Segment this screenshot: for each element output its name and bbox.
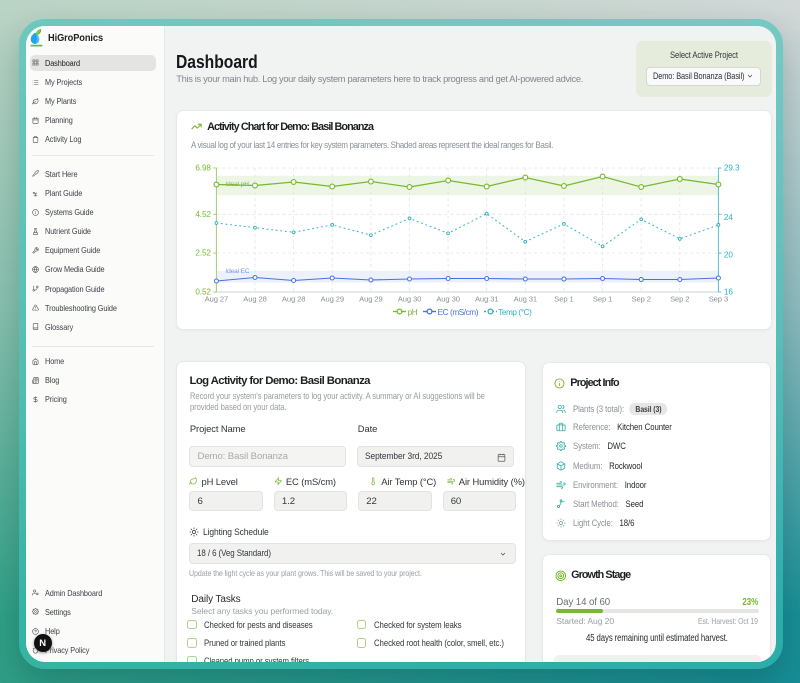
svg-text:Aug 29: Aug 29 — [359, 295, 382, 304]
svg-text:6.98: 6.98 — [195, 164, 211, 173]
svg-text:Aug 29: Aug 29 — [320, 295, 343, 304]
svg-text:24: 24 — [723, 213, 732, 222]
svg-text:Sep 2: Sep 2 — [631, 295, 650, 304]
svg-text:Aug 28: Aug 28 — [243, 295, 266, 304]
svg-text:Aug 30: Aug 30 — [397, 295, 420, 304]
svg-text:Aug 27: Aug 27 — [204, 295, 227, 304]
svg-text:Sep 1: Sep 1 — [592, 295, 611, 304]
svg-text:4.52: 4.52 — [195, 210, 211, 219]
svg-text:Sep 3: Sep 3 — [708, 295, 727, 304]
svg-text:29.3: 29.3 — [723, 164, 739, 173]
svg-text:Sep 1: Sep 1 — [554, 295, 573, 304]
svg-text:Sep 2: Sep 2 — [670, 295, 689, 304]
svg-text:20: 20 — [723, 250, 732, 259]
svg-text:2.52: 2.52 — [195, 249, 211, 258]
svg-text:Aug 31: Aug 31 — [475, 295, 498, 304]
svg-text:Aug 31: Aug 31 — [513, 295, 536, 304]
svg-text:Aug 28: Aug 28 — [281, 295, 304, 304]
svg-text:Aug 30: Aug 30 — [436, 295, 459, 304]
svg-text:Ideal EC: Ideal EC — [225, 268, 250, 275]
